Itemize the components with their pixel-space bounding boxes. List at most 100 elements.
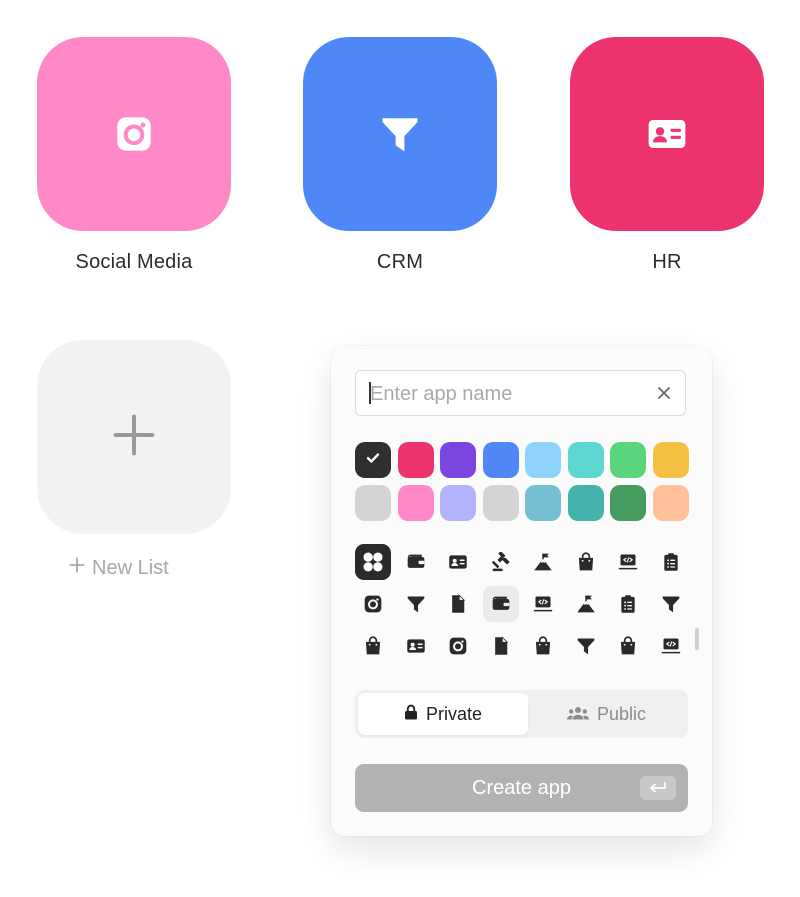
file-icon: [491, 636, 511, 656]
color-swatch[interactable]: [525, 485, 561, 521]
shopping-bag-icon: [576, 552, 596, 572]
icon-option[interactable]: [610, 544, 646, 580]
mountain-flag-icon: [576, 594, 596, 614]
color-swatch[interactable]: [652, 485, 689, 521]
color-swatch[interactable]: [610, 442, 646, 478]
instagram-icon: [363, 594, 383, 614]
lock-icon: [404, 704, 418, 725]
icon-option[interactable]: [653, 544, 689, 580]
icon-option[interactable]: [483, 544, 519, 580]
code-laptop-icon: [661, 636, 681, 656]
file-icon: [448, 594, 468, 614]
text-caret: [369, 382, 371, 404]
color-swatch[interactable]: [440, 485, 476, 521]
check-icon: [366, 451, 380, 469]
color-swatch[interactable]: [397, 442, 434, 478]
icon-option[interactable]: [355, 628, 391, 664]
public-option[interactable]: Public: [528, 693, 685, 735]
icon-option[interactable]: [525, 628, 561, 664]
new-list-tile[interactable]: [37, 340, 231, 534]
gavel-icon: [491, 552, 511, 572]
icon-option[interactable]: [525, 586, 561, 622]
plus-icon: [68, 556, 86, 580]
create-app-button[interactable]: Create app: [355, 764, 688, 812]
instagram-icon: [448, 636, 468, 656]
funnel-icon: [406, 594, 426, 614]
wallet-icon: [491, 594, 511, 614]
create-app-panel: Private Public Create app: [331, 346, 712, 836]
instagram-icon: [114, 114, 154, 154]
icon-option[interactable]: [568, 586, 604, 622]
app-label: Social Media: [75, 251, 193, 273]
app-hr[interactable]: HR: [570, 37, 764, 274]
app-tile[interactable]: [570, 37, 764, 231]
funnel-icon: [576, 636, 596, 656]
app-social-media[interactable]: Social Media: [37, 37, 231, 274]
icon-option[interactable]: [653, 628, 689, 664]
clipboard-list-icon: [661, 552, 681, 572]
app-name-field[interactable]: [355, 370, 686, 417]
app-label: CRM: [376, 251, 424, 273]
icon-option[interactable]: [398, 628, 434, 664]
new-list-button[interactable]: New List: [68, 556, 169, 580]
color-swatch[interactable]: [567, 442, 604, 478]
icon-option[interactable]: [355, 586, 391, 622]
shopping-bag-icon: [618, 636, 638, 656]
icon-option[interactable]: [440, 628, 476, 664]
color-swatch[interactable]: [440, 442, 476, 478]
clipboard-list-icon: [618, 594, 638, 614]
id-card-icon: [646, 113, 688, 155]
color-swatch[interactable]: [567, 485, 604, 521]
icon-option[interactable]: [398, 586, 434, 622]
new-list-label: New List: [92, 556, 169, 579]
id-card-icon: [406, 636, 426, 656]
color-swatch[interactable]: [355, 442, 391, 478]
color-swatches: [355, 442, 695, 521]
icon-option[interactable]: [653, 586, 689, 622]
code-laptop-icon: [618, 552, 638, 572]
color-swatch[interactable]: [397, 485, 434, 521]
grid-icon: [360, 549, 386, 575]
plus-icon: [112, 413, 156, 462]
icon-option[interactable]: [440, 586, 476, 622]
funnel-icon: [379, 113, 421, 155]
icon-option[interactable]: [482, 586, 519, 622]
funnel-icon: [661, 594, 681, 614]
color-swatch[interactable]: [525, 442, 561, 478]
icon-option[interactable]: [610, 586, 646, 622]
app-label: HR: [652, 251, 682, 273]
icon-option[interactable]: [355, 544, 391, 580]
icon-option[interactable]: [610, 628, 646, 664]
wallet-icon: [406, 552, 426, 572]
color-swatch[interactable]: [652, 442, 689, 478]
app-crm[interactable]: CRM: [303, 37, 497, 274]
app-tile[interactable]: [37, 37, 231, 231]
icon-option[interactable]: [440, 544, 476, 580]
icon-picker: [355, 544, 695, 664]
code-laptop-icon: [533, 594, 553, 614]
visibility-toggle: Private Public: [355, 690, 688, 738]
close-icon[interactable]: [653, 382, 675, 404]
icon-option[interactable]: [483, 628, 519, 664]
icon-option[interactable]: [568, 628, 604, 664]
icon-option[interactable]: [525, 544, 561, 580]
mountain-flag-icon: [533, 552, 553, 572]
enter-key-icon: [640, 776, 676, 800]
create-app-label: Create app: [472, 776, 571, 799]
color-swatch[interactable]: [482, 442, 519, 478]
color-swatch[interactable]: [355, 485, 391, 521]
shopping-bag-icon: [363, 636, 383, 656]
public-label: Public: [596, 703, 647, 724]
id-card-icon: [448, 552, 468, 572]
shopping-bag-icon: [533, 636, 553, 656]
users-icon: [566, 704, 589, 725]
icon-option[interactable]: [568, 544, 604, 580]
color-swatch[interactable]: [482, 485, 519, 521]
private-label: Private: [425, 703, 483, 724]
private-option[interactable]: Private: [358, 693, 528, 735]
app-name-input[interactable]: [368, 371, 652, 417]
color-swatch[interactable]: [610, 485, 646, 521]
icon-option[interactable]: [398, 544, 434, 580]
app-tile[interactable]: [303, 37, 497, 231]
scrollbar[interactable]: [695, 628, 699, 650]
